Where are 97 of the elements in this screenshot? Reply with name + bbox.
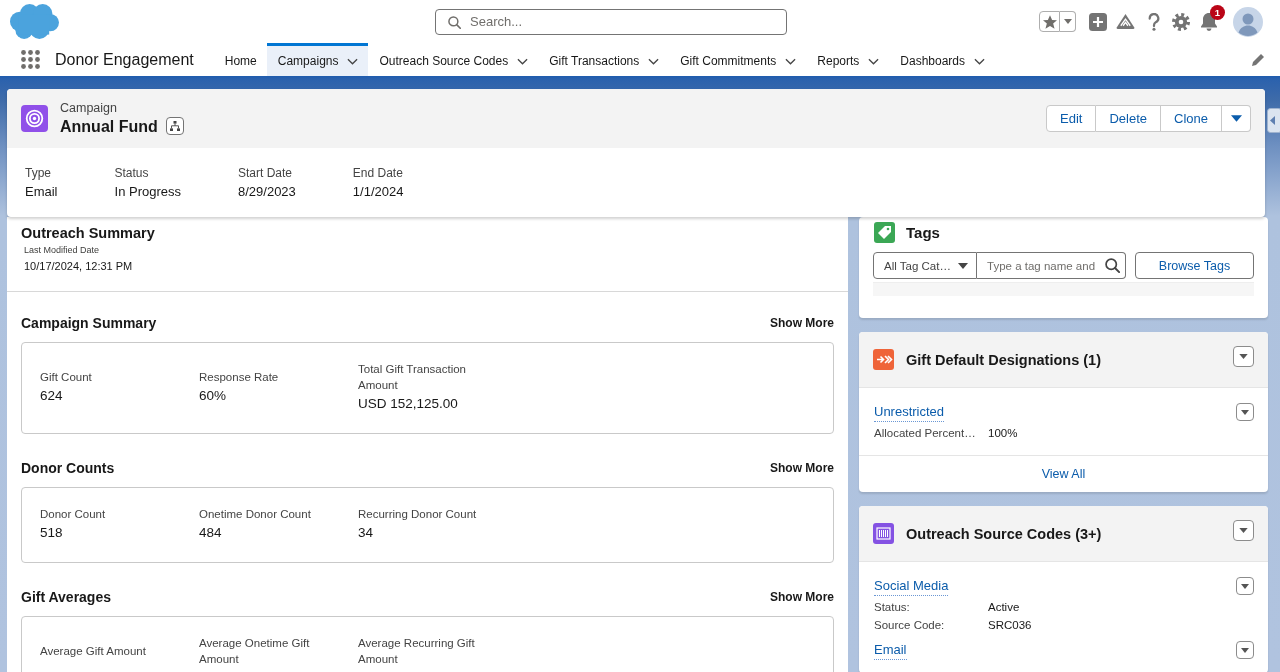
tag-search-field[interactable]: Type a tag name and (977, 252, 1126, 279)
section-title: Outreach Summary (21, 224, 155, 242)
field-value: SRC036 (988, 618, 1032, 633)
row-menu-button[interactable] (1236, 403, 1254, 421)
cloud-logo[interactable] (10, 4, 59, 39)
card-title: Outreach Source Codes (3+) (906, 525, 1102, 542)
field-value: USD 152,125.00 (358, 396, 458, 411)
favorites-menu-button[interactable] (1060, 11, 1076, 32)
action-button[interactable]: Clone (1161, 105, 1222, 132)
pencil-icon[interactable] (1251, 52, 1265, 67)
field-label: Start Date (238, 164, 294, 181)
show-more-button[interactable]: Show More (770, 461, 834, 475)
field-value: Active (988, 600, 1020, 615)
browse-tags-button[interactable]: Browse Tags (1135, 252, 1254, 279)
more-actions-button[interactable] (1222, 105, 1251, 132)
caret-icon (1063, 19, 1072, 24)
mountain-icon[interactable] (1116, 13, 1135, 30)
field-label: End Date (352, 164, 404, 181)
field-label: Average Gift Amount (40, 645, 146, 657)
nav-tab[interactable]: Dashboards (889, 43, 996, 76)
nav-tab[interactable]: Gift Transactions (538, 43, 670, 76)
caret-icon (1239, 528, 1248, 533)
field-value: 10/17/2024, 12:31 PM (24, 260, 133, 272)
field-value: 1/1/2024 (352, 182, 404, 201)
field-value: 624 (40, 388, 63, 403)
field-label: Onetime Donor Count (199, 508, 311, 520)
field-value: 60% (199, 388, 227, 403)
panel-toggle-icon[interactable] (1267, 108, 1280, 133)
section-title: Donor Counts (21, 459, 115, 477)
plus-icon[interactable] (1089, 12, 1107, 31)
field-label: Recurring Donor Count (358, 508, 477, 520)
list-menu-button[interactable] (1233, 346, 1254, 367)
field-label: Allocated Percent… (874, 426, 977, 441)
caret-icon (1241, 409, 1249, 415)
help-icon[interactable] (1148, 12, 1160, 31)
caret-icon (1239, 354, 1248, 359)
star-icon (1042, 14, 1057, 29)
app-name: Donor Engagement (55, 49, 194, 70)
row-menu-button[interactable] (1236, 577, 1254, 595)
tag-category-dropdown[interactable]: All Tag Cat… (873, 252, 977, 279)
settings-icon[interactable] (1172, 12, 1190, 31)
bell-icon[interactable] (1200, 12, 1218, 31)
field-label: Average Onetime Gift Amount (199, 637, 310, 665)
field-label: Average Recurring Gift Amount (358, 637, 475, 665)
field-value: Email (25, 182, 58, 201)
caret-icon (1241, 583, 1249, 589)
record-link[interactable]: Social Media (874, 577, 949, 596)
caret-icon (1230, 115, 1242, 122)
field-value: 34 (358, 525, 374, 540)
nav-tab[interactable]: Outreach Source Codes (368, 43, 539, 76)
favorites-button[interactable] (1039, 11, 1060, 32)
nav-tab[interactable]: Gift Commitments (669, 43, 807, 76)
search-icon (448, 15, 461, 29)
nav-tab[interactable]: Home (213, 43, 267, 76)
record-link[interactable]: Email (874, 641, 907, 660)
tag-icon (874, 222, 895, 243)
field-label: Type (25, 164, 52, 181)
field-value: In Progress (114, 182, 181, 201)
card-title: Tags (906, 224, 940, 241)
card-title: Gift Default Designations (1) (906, 351, 1101, 368)
field-value: 484 (199, 525, 222, 540)
target-icon (21, 105, 48, 132)
avatar[interactable] (1233, 6, 1263, 37)
object-label: Campaign (60, 100, 118, 116)
section-title: Campaign Summary (21, 314, 157, 332)
search-field[interactable]: Search... (435, 8, 787, 35)
hierarchy-button[interactable] (165, 117, 184, 135)
field-label: Total Gift Transaction Amount (358, 363, 467, 391)
hierarchy-icon (169, 121, 180, 131)
show-more-button[interactable]: Show More (770, 316, 834, 330)
field-label: Donor Count (40, 508, 106, 520)
nav-tab[interactable]: Campaigns (266, 43, 369, 76)
nav-tab[interactable]: Reports (806, 43, 890, 76)
caret-icon (1241, 647, 1249, 653)
field-label: Status (114, 164, 150, 181)
show-more-button[interactable]: Show More (770, 590, 834, 604)
field-label: Source Code: (874, 618, 946, 633)
list-menu-button[interactable] (1233, 520, 1254, 541)
record-link[interactable]: Unrestricted (874, 403, 945, 422)
field-label: Response Rate (199, 371, 279, 383)
app-launcher-icon[interactable] (21, 50, 40, 69)
action-button[interactable]: Delete (1096, 105, 1162, 132)
search-icon (1105, 258, 1120, 273)
row-menu-button[interactable] (1236, 641, 1254, 659)
field-value: 100% (988, 426, 1018, 441)
field-value: 8/29/2023 (238, 182, 296, 201)
field-label: Status: (874, 600, 911, 615)
action-button[interactable]: Edit (1046, 105, 1097, 132)
notification-badge: 1 (1210, 5, 1225, 20)
field-label: Last Modified Date (24, 245, 100, 255)
record-title: Annual Fund (60, 116, 158, 137)
field-value: 518 (40, 525, 63, 540)
view-all-link[interactable]: View All (1041, 467, 1086, 481)
section-title: Gift Averages (21, 588, 111, 606)
vertical-bars-icon (873, 523, 894, 544)
caret-icon (958, 262, 968, 269)
field-label: Gift Count (40, 371, 92, 383)
